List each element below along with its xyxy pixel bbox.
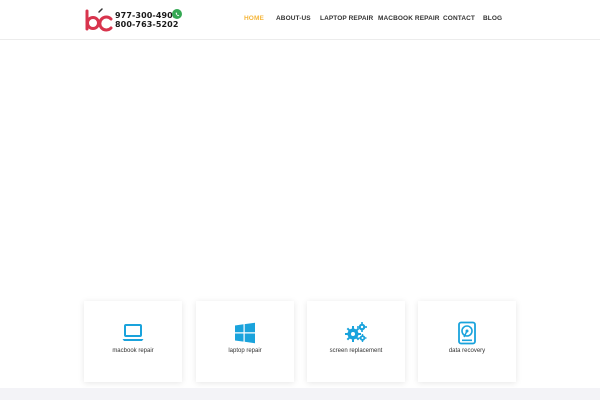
nav-item-blog[interactable]: BLOG [483,15,502,22]
service-card-macbook-repair[interactable]: macbook repair [84,301,182,382]
gears-icon [345,322,367,342]
windows-icon [235,322,255,344]
nav-item-about-us[interactable]: ABOUT-US [276,15,311,22]
section-divider-band [0,388,600,400]
site-header: 977-300-4903 800-763-5202 HOME ABOUT-US … [0,0,600,40]
service-label: screen replacement [329,348,383,354]
nav-item-laptop-repair[interactable]: LAPTOP REPAIR [320,15,373,22]
service-label: macbook repair [112,348,154,354]
hero-area [0,41,600,298]
service-card-laptop-repair[interactable]: laptop repair [196,301,294,382]
nav-item-macbook-repair[interactable]: MACBOOK REPAIR [378,15,440,22]
main-nav: HOME ABOUT-US LAPTOP REPAIR MACBOOK REPA… [0,15,600,27]
service-label: data recovery [448,348,486,354]
hard-drive-icon [458,321,476,345]
nav-item-contact[interactable]: CONTACT [443,15,475,22]
nav-item-home[interactable]: HOME [244,15,264,22]
service-card-screen-replacement[interactable]: screen replacement [307,301,405,382]
service-label: laptop repair [228,348,262,354]
service-card-data-recovery[interactable]: data recovery [418,301,516,382]
laptop-icon [122,324,144,341]
